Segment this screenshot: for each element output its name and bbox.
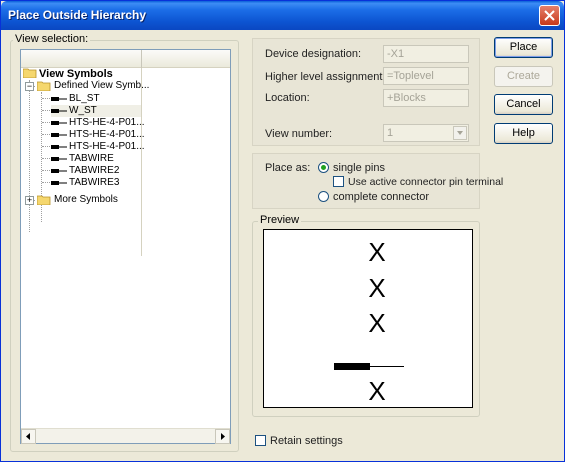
- use-active-connector-label[interactable]: Use active connector pin terminal: [348, 176, 503, 188]
- horizontal-scrollbar[interactable]: [21, 428, 230, 444]
- place-button[interactable]: Place: [494, 37, 553, 58]
- symbol-icon: [51, 169, 67, 173]
- pin-x-2: X: [368, 273, 385, 303]
- tree-item-tabwire2-row[interactable]: TABWIRE2: [51, 165, 151, 177]
- connector-body: [334, 363, 370, 370]
- preview-drawing: X X X X: [334, 237, 404, 406]
- tree-item-tabwire3-row[interactable]: TABWIRE3: [51, 177, 151, 189]
- symbol-icon: [51, 109, 67, 113]
- folder-icon: [37, 195, 51, 205]
- higher-level-label: Higher level assignment:: [265, 71, 386, 83]
- arrow-left-icon: [26, 433, 30, 440]
- chevron-down-icon: [457, 131, 463, 135]
- tree-item-label: TABWIRE2: [69, 165, 120, 176]
- complete-connector-radio[interactable]: [318, 191, 329, 202]
- tree-item-view-symbols[interactable]: View Symbols: [39, 68, 113, 80]
- view-number-value: 1: [387, 127, 394, 139]
- tree-header: [21, 50, 230, 68]
- view-selection-label: View selection:: [13, 33, 91, 45]
- use-active-connector-checkbox[interactable]: [333, 176, 344, 187]
- tree-item-label: TABWIRE: [69, 153, 114, 164]
- tree-item-label: BL_ST: [69, 93, 100, 104]
- dropdown-button[interactable]: [453, 126, 467, 140]
- preview-label: Preview: [258, 214, 302, 226]
- title-bar[interactable]: Place Outside Hierarchy: [1, 1, 564, 30]
- tree-item-w-st-row[interactable]: W_ST: [51, 105, 141, 117]
- folder-open-icon: [23, 68, 37, 78]
- symbol-icon: [51, 133, 67, 137]
- tree-item-label: HTS-HE-4-P01...: [69, 117, 145, 128]
- place-as-label: Place as:: [265, 162, 311, 174]
- dialog-window: Place Outside Hierarchy View selection:: [0, 0, 565, 462]
- single-pins-label[interactable]: single pins: [333, 162, 385, 174]
- single-pins-radio[interactable]: [318, 162, 329, 173]
- pin-x-4: X: [368, 376, 385, 406]
- symbol-icon: [51, 181, 67, 185]
- view-number-label: View number:: [265, 128, 333, 140]
- tree-item-label: HTS-HE-4-P01...: [69, 129, 145, 140]
- view-symbols-tree[interactable]: View Symbols − Defined View Symb... BL_S…: [20, 49, 231, 444]
- collapse-toggle[interactable]: −: [25, 82, 34, 91]
- tree-item-label: W_ST: [69, 105, 97, 116]
- retain-settings-label[interactable]: Retain settings: [270, 435, 343, 447]
- arrow-right-icon: [221, 433, 225, 440]
- column-separator[interactable]: [141, 50, 142, 68]
- tree-item-hts-2-row[interactable]: HTS-HE-4-P01...: [51, 129, 151, 141]
- symbol-icon: [51, 157, 67, 161]
- scroll-left-button[interactable]: [21, 429, 36, 444]
- window-title: Place Outside Hierarchy: [8, 8, 147, 22]
- pin-x-1: X: [368, 237, 385, 267]
- tree-item-tabwire-row[interactable]: TABWIRE: [51, 153, 151, 165]
- tree-item-hts-1-row[interactable]: HTS-HE-4-P01...: [51, 117, 151, 129]
- symbol-icon: [51, 97, 67, 101]
- cancel-button[interactable]: Cancel: [494, 94, 553, 115]
- tree-item-bl-st-row[interactable]: BL_ST: [51, 93, 151, 105]
- complete-connector-label[interactable]: complete connector: [333, 191, 429, 203]
- symbol-icon: [51, 145, 67, 149]
- retain-settings-checkbox[interactable]: [255, 435, 266, 446]
- help-button[interactable]: Help: [494, 123, 553, 144]
- close-icon: [544, 10, 555, 21]
- device-designation-label: Device designation:: [265, 48, 362, 60]
- location-field[interactable]: +Blocks: [383, 89, 469, 107]
- location-label: Location:: [265, 92, 310, 104]
- folder-open-icon: [37, 81, 51, 91]
- tree-item-defined-view-symbols[interactable]: Defined View Symb...: [54, 80, 149, 92]
- create-button[interactable]: Create: [494, 66, 553, 87]
- pin-x-3: X: [368, 308, 385, 338]
- preview-canvas: X X X X: [263, 229, 473, 408]
- tree-item-hts-3-row[interactable]: HTS-HE-4-P01...: [51, 141, 151, 153]
- device-designation-field[interactable]: -X1: [383, 45, 469, 63]
- higher-level-field[interactable]: =Toplevel: [383, 67, 469, 85]
- close-button[interactable]: [539, 5, 560, 26]
- scroll-right-button[interactable]: [215, 429, 230, 444]
- expand-toggle[interactable]: +: [25, 196, 34, 205]
- view-number-dropdown[interactable]: 1: [383, 124, 469, 142]
- tree-item-label: TABWIRE3: [69, 177, 120, 188]
- tree-item-more-symbols[interactable]: More Symbols: [54, 194, 118, 206]
- tree-item-label: HTS-HE-4-P01...: [69, 141, 145, 152]
- symbol-icon: [51, 121, 67, 125]
